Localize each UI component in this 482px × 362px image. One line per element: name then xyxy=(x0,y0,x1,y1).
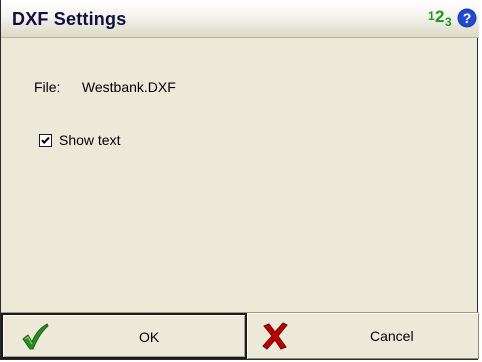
button-bar: OK Cancel xyxy=(1,313,479,359)
show-text-option[interactable]: Show text xyxy=(39,131,120,149)
cancel-button[interactable]: Cancel xyxy=(247,313,479,359)
input-mode-123-icon[interactable]: 123 xyxy=(428,7,454,29)
svg-text:?: ? xyxy=(463,10,472,26)
ok-button-label: OK xyxy=(139,329,160,345)
ok-button[interactable]: OK xyxy=(1,313,247,359)
checkmark-icon xyxy=(41,136,50,144)
dxf-settings-dialog: DXF Settings 123 ? File: Westbank.DXF Sh… xyxy=(0,0,479,360)
dialog-title: DXF Settings xyxy=(12,9,127,29)
file-row: File: Westbank.DXF xyxy=(34,79,176,95)
show-text-label[interactable]: Show text xyxy=(59,132,120,148)
help-icon[interactable]: ? xyxy=(457,8,477,28)
green-checkmark-icon xyxy=(22,323,49,350)
cancel-button-label: Cancel xyxy=(370,328,414,344)
show-text-checkbox[interactable] xyxy=(39,133,52,147)
file-name-value: Westbank.DXF xyxy=(81,79,176,95)
red-x-icon xyxy=(262,322,288,350)
title-bar: DXF Settings 123 ? xyxy=(1,0,479,38)
file-label: File: xyxy=(34,79,61,95)
